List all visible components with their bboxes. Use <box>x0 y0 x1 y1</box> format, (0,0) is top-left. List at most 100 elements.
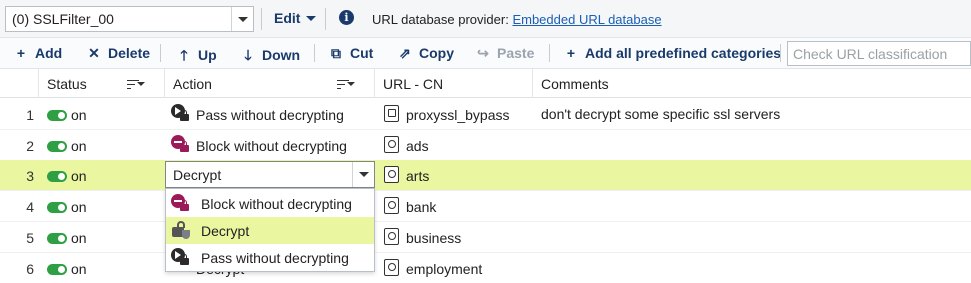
table-row[interactable]: 2 on Block without decrypting ads <box>0 130 971 161</box>
edit-menu-button[interactable]: Edit <box>274 10 316 26</box>
status-toggle[interactable] <box>47 110 67 121</box>
cut-button-label: Cut <box>350 45 374 61</box>
add-all-categories-button[interactable]: + Add all predefined categories <box>563 45 781 61</box>
paste-button[interactable]: ↪ Paste <box>475 45 534 62</box>
comment-label: don't decrypt some specific ssl servers <box>541 106 781 122</box>
column-header-action[interactable]: Action <box>164 69 374 98</box>
chevron-down-icon[interactable] <box>352 162 374 187</box>
chevron-down-icon <box>306 16 316 21</box>
column-header-status-label: Status <box>47 76 87 92</box>
toolbar: + Add ✕ Delete 🡑 Up 🡓 Down ⧉ Cut ⇗ Copy ↪ Paste… <box>0 38 971 69</box>
add-button-label: Add <box>35 45 63 61</box>
sort-filter-icon[interactable] <box>127 78 145 90</box>
table-row-selected[interactable]: 3 on arts <box>0 160 971 191</box>
dropdown-option-pass[interactable]: Pass without decrypting <box>166 244 374 271</box>
table-row[interactable]: 4 on bank <box>0 191 971 222</box>
copy-button[interactable]: ⇗ Copy <box>397 45 454 62</box>
url-label: arts <box>406 168 430 184</box>
block-lock-icon <box>171 194 189 214</box>
row-number: 2 <box>26 138 34 154</box>
url-provider-info: URL database provider: Embedded URL data… <box>372 12 662 27</box>
top-bar: (0) SSLFilter_00 Edit i URL database pro… <box>0 0 971 38</box>
column-header-url-label: URL - CN <box>383 76 444 92</box>
status-toggle[interactable] <box>47 202 67 213</box>
down-button[interactable]: 🡓 Down <box>240 45 300 69</box>
add-all-categories-label: Add all predefined categories <box>585 45 782 61</box>
x-icon: ✕ <box>88 45 100 61</box>
divider <box>261 8 262 30</box>
status-toggle[interactable] <box>47 233 67 244</box>
dropdown-option-label: Decrypt <box>201 223 250 239</box>
divider <box>314 44 315 62</box>
pass-lock-icon <box>171 248 189 268</box>
row-number: 3 <box>26 168 34 184</box>
url-provider-link[interactable]: Embedded URL database <box>512 12 661 27</box>
table-row[interactable]: 5 on business <box>0 222 971 253</box>
status-toggle[interactable] <box>47 171 67 182</box>
dropdown-option-block[interactable]: Block without decrypting <box>166 190 374 217</box>
url-category-icon <box>384 136 399 153</box>
copy-icon: ⇗ <box>399 45 411 61</box>
column-header-comments[interactable]: Comments <box>532 69 971 98</box>
plus-icon: + <box>16 45 26 61</box>
arrow-down-icon: 🡓 <box>244 47 252 63</box>
row-number: 1 <box>26 107 34 123</box>
column-header-action-label: Action <box>173 76 212 92</box>
up-button[interactable]: 🡑 Up <box>176 45 217 69</box>
divider <box>780 44 781 62</box>
row-number: 6 <box>26 261 34 277</box>
url-label: proxyssl_bypass <box>406 107 510 123</box>
action-dropdown: Block without decrypting Decrypt Pass wi… <box>165 188 375 272</box>
status-label: on <box>71 138 87 154</box>
action-label: Pass without decrypting <box>196 107 344 123</box>
dropdown-option-decrypt[interactable]: Decrypt <box>166 217 374 244</box>
info-icon[interactable]: i <box>339 10 354 25</box>
cut-icon: ⧉ <box>331 45 341 61</box>
dropdown-option-label: Block without decrypting <box>201 196 352 212</box>
cut-button[interactable]: ⧉ Cut <box>328 45 373 62</box>
paste-button-label: Paste <box>497 45 535 61</box>
row-number: 5 <box>26 230 34 246</box>
status-label: on <box>71 261 87 277</box>
status-label: on <box>71 107 87 123</box>
column-header-status[interactable]: Status <box>38 69 164 98</box>
arrow-up-icon: 🡑 <box>180 47 188 63</box>
action-select-value: Decrypt <box>173 167 222 183</box>
up-button-label: Up <box>198 47 217 63</box>
url-category-icon <box>384 228 399 245</box>
status-label: on <box>71 199 87 215</box>
url-classification-search[interactable] <box>787 41 971 66</box>
status-label: on <box>71 168 87 184</box>
action-label: Block without decrypting <box>196 138 347 154</box>
table-row[interactable]: 1 on Pass without decrypting proxyssl_by… <box>0 99 971 130</box>
sort-filter-icon[interactable] <box>337 78 355 90</box>
copy-button-label: Copy <box>419 45 454 61</box>
decrypt-icon <box>171 221 190 241</box>
delete-button-label: Delete <box>108 45 151 61</box>
table-row[interactable]: 6 on employment <box>0 253 971 283</box>
filter-select[interactable]: (0) SSLFilter_00 <box>5 6 254 32</box>
row-number: 4 <box>26 199 34 215</box>
block-lock-icon <box>171 135 189 155</box>
chevron-down-icon[interactable] <box>231 7 253 31</box>
delete-button[interactable]: ✕ Delete <box>86 45 150 62</box>
divider <box>160 44 161 62</box>
column-header-comments-label: Comments <box>541 76 609 92</box>
divider <box>549 44 550 62</box>
url-classification-input[interactable] <box>788 42 970 65</box>
url-label: ads <box>406 138 429 154</box>
status-label: on <box>71 230 87 246</box>
action-select[interactable]: Decrypt <box>165 161 375 188</box>
status-toggle[interactable] <box>47 264 67 275</box>
url-category-icon <box>384 166 399 183</box>
down-button-label: Down <box>262 47 301 63</box>
url-label: business <box>406 230 462 246</box>
add-button[interactable]: + Add <box>13 45 62 61</box>
edit-menu-label: Edit <box>274 10 301 26</box>
url-category-icon <box>384 197 399 214</box>
plus-icon: + <box>566 45 576 61</box>
status-toggle[interactable] <box>47 141 67 152</box>
pass-lock-icon <box>171 104 189 124</box>
paste-icon: ↪ <box>477 45 489 61</box>
column-header-url[interactable]: URL - CN <box>374 69 532 98</box>
